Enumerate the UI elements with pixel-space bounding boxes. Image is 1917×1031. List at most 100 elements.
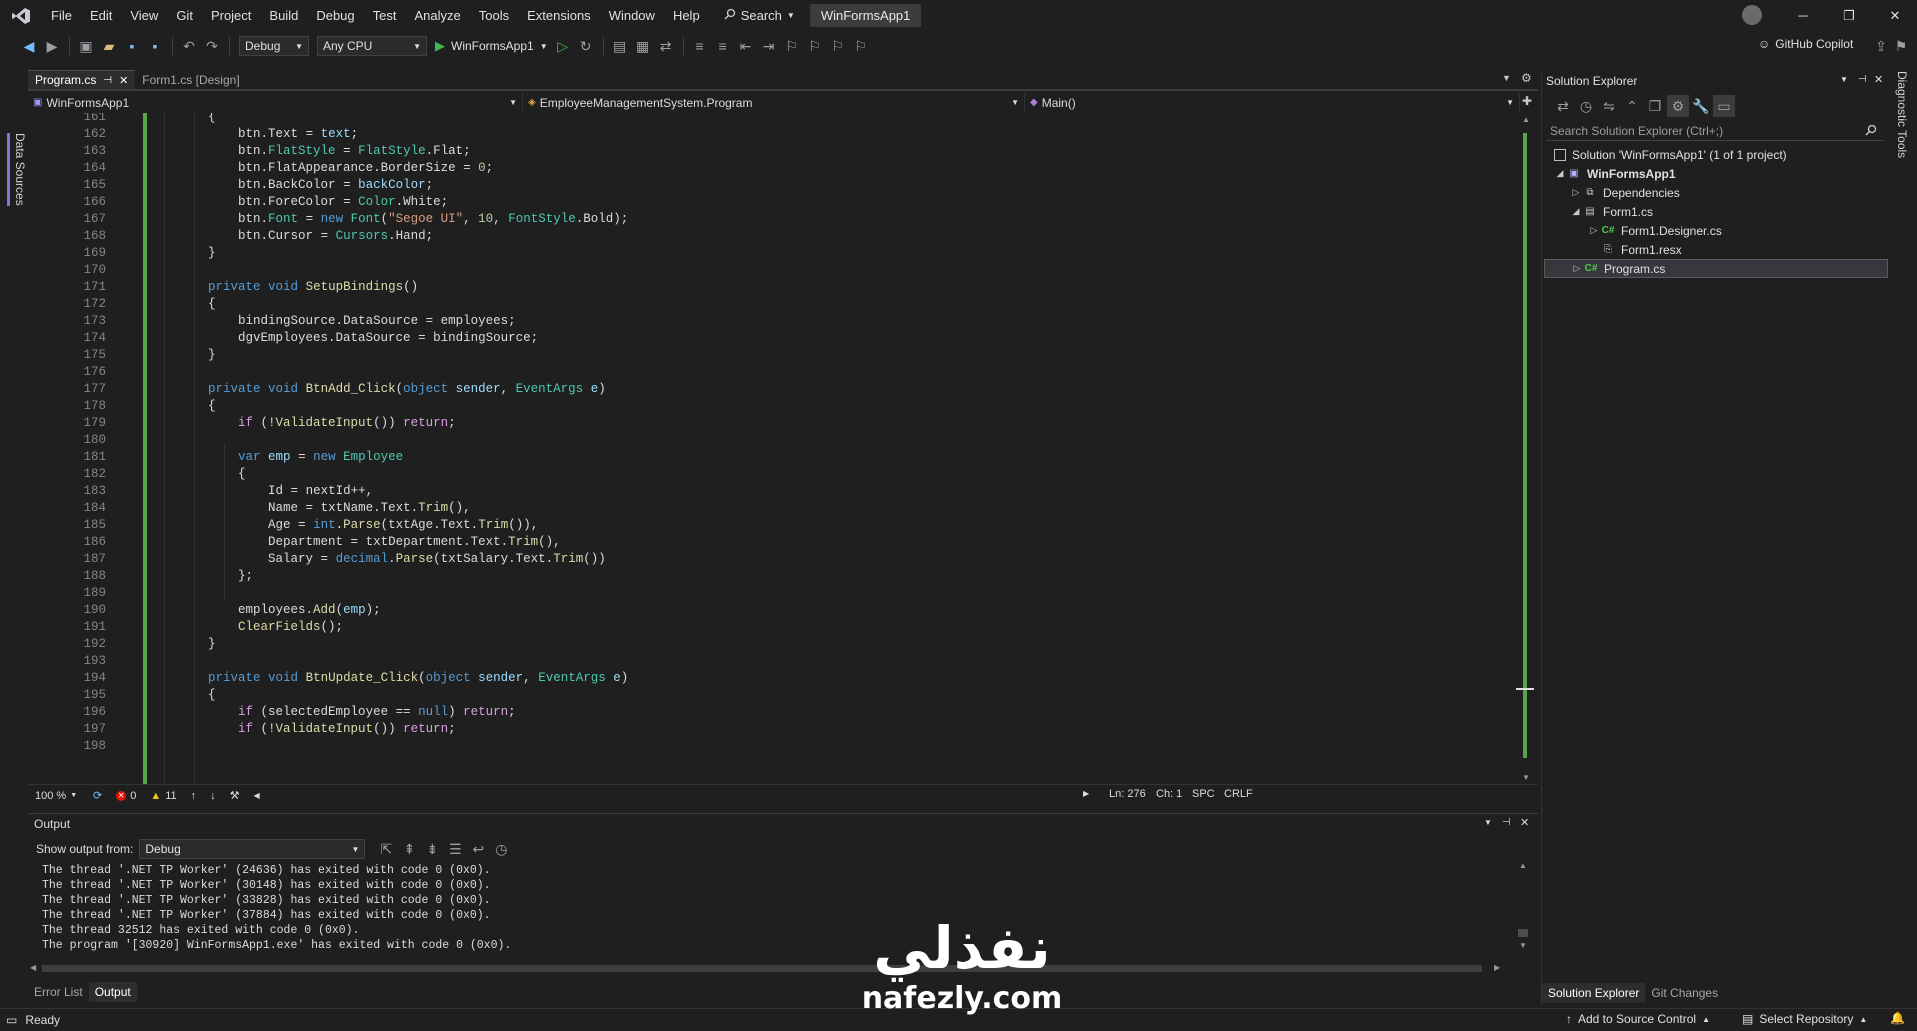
diagnostic-tools-tab[interactable]: Diagnostic Tools (1895, 71, 1909, 158)
properties-icon[interactable]: 🔧 (1690, 95, 1712, 117)
code-line[interactable]: Salary = decimal.Parse(txtSalary.Text.Tr… (148, 551, 606, 568)
code-line[interactable]: { (148, 296, 216, 313)
code-line[interactable]: } (148, 347, 216, 364)
platform-dropdown[interactable]: Any CPU ▼ (317, 36, 427, 56)
menu-tools[interactable]: Tools (470, 0, 518, 31)
menu-file[interactable]: File (42, 0, 81, 31)
code-line[interactable]: private void BtnUpdate_Click(object send… (148, 670, 628, 687)
filter-icon[interactable]: ⚙ (1667, 95, 1689, 117)
menu-edit[interactable]: Edit (81, 0, 121, 31)
tree-form1-designer[interactable]: ▷ C# Form1.Designer.cs (1544, 221, 1888, 240)
account-avatar[interactable] (1742, 5, 1762, 25)
live-share-icon[interactable]: ⇄ (655, 35, 677, 57)
close-icon[interactable]: ✕ (1872, 0, 1917, 31)
code-line[interactable]: btn.Text = text; (148, 126, 358, 143)
tree-program-cs[interactable]: ▷ C# Program.cs (1544, 259, 1888, 278)
settings-gear-icon[interactable]: ⚙ (1521, 71, 1532, 85)
new-project-icon[interactable]: ▣ (75, 35, 97, 57)
previous-issue-icon[interactable]: ↑ (184, 790, 204, 802)
collapse-all-icon[interactable]: ⌃ (1621, 95, 1643, 117)
member-dropdown[interactable]: ◆ Main() ▼ (1025, 93, 1520, 112)
vertical-scrollbar[interactable]: ▲ ▼ (1516, 113, 1536, 784)
sync-icon[interactable]: ⇋ (1598, 95, 1620, 117)
code-line[interactable]: var emp = new Employee (148, 449, 403, 466)
collapsed-arrow-icon[interactable]: ▷ (1570, 187, 1582, 198)
code-line[interactable]: Department = txtDepartment.Text.Trim(), (148, 534, 561, 551)
tab-solution-explorer[interactable]: Solution Explorer (1542, 983, 1646, 1003)
code-line[interactable]: } (148, 636, 216, 653)
intellicode-icon[interactable]: ⟳ (86, 789, 109, 802)
project-dropdown[interactable]: ▣ WinFormsApp1 ▼ (28, 93, 523, 112)
code-line[interactable]: } (148, 245, 216, 262)
solution-search-input[interactable]: Search Solution Explorer (Ctrl+;) (1546, 121, 1884, 141)
code-line[interactable]: btn.FlatAppearance.BorderSize = 0; (148, 160, 493, 177)
code-line[interactable]: Id = nextId++, (148, 483, 373, 500)
scroll-up-icon[interactable]: ▲ (1519, 861, 1527, 870)
scroll-thumb[interactable] (42, 965, 1482, 972)
tree-solution[interactable]: Solution 'WinFormsApp1' (1 of 1 project) (1544, 145, 1888, 164)
redo-icon[interactable]: ↷ (201, 35, 223, 57)
preview-icon[interactable]: ▭ (1713, 95, 1735, 117)
code-line[interactable]: dgvEmployees.DataSource = bindingSource; (148, 330, 538, 347)
scroll-up-icon[interactable]: ▲ (1522, 115, 1530, 124)
clear-bookmarks-icon[interactable]: ⚐ (850, 35, 872, 57)
menu-project[interactable]: Project (202, 0, 260, 31)
code-line[interactable]: Age = int.Parse(txtAge.Text.Trim()), (148, 517, 538, 534)
start-without-debugging-icon[interactable]: ▷ (552, 35, 574, 57)
pin-icon[interactable]: ⊣ (103, 75, 112, 86)
menu-extensions[interactable]: Extensions (518, 0, 600, 31)
code-cleanup-icon[interactable]: ⚒ (223, 789, 247, 802)
layout-icon[interactable]: ▦ (632, 35, 654, 57)
menu-view[interactable]: View (121, 0, 167, 31)
menu-help[interactable]: Help (664, 0, 709, 31)
search-menu[interactable]: Search ▼ (715, 8, 804, 23)
line-ending-indicator[interactable]: CRLF (1224, 788, 1253, 800)
code-line[interactable]: Name = txtName.Text.Trim(), (148, 500, 471, 517)
code-view[interactable]: ▲ ▼ 161 {162 btn.Text = text; 163 btn.Fla… (28, 113, 1538, 784)
tab-program-cs[interactable]: Program.cs ⊣ ✕ (28, 70, 136, 89)
expanded-arrow-icon[interactable]: ◢ (1554, 168, 1566, 179)
tab-git-changes[interactable]: Git Changes (1645, 983, 1724, 1003)
switch-views-icon[interactable]: ⇄ (1552, 95, 1574, 117)
window-menu-icon[interactable]: ▼ (1484, 818, 1492, 827)
align-right-icon[interactable]: ≡ (712, 35, 734, 57)
outdent-icon[interactable]: ⇤ (735, 35, 757, 57)
menu-analyze[interactable]: Analyze (405, 0, 469, 31)
collapsed-arrow-icon[interactable]: ▷ (1571, 263, 1583, 274)
whitespace-indicator[interactable]: SPC (1192, 788, 1215, 800)
scroll-left-icon[interactable]: ◀ (247, 791, 267, 800)
error-count[interactable]: ✕ 0 (109, 790, 143, 802)
tree-form1-resx[interactable]: ⎘ Form1.resx (1544, 240, 1888, 259)
pin-icon[interactable]: ⊣ (1858, 74, 1867, 85)
undo-icon[interactable]: ↶ (178, 35, 200, 57)
configuration-dropdown[interactable]: Debug ▼ (239, 36, 309, 56)
code-line[interactable]: private void BtnAdd_Click(object sender,… (148, 381, 606, 398)
code-line[interactable]: private void SetupBindings() (148, 279, 418, 296)
close-icon[interactable]: ✕ (1874, 73, 1883, 86)
menu-test[interactable]: Test (364, 0, 406, 31)
code-line[interactable]: btn.Font = new Font("Segoe UI", 10, Font… (148, 211, 628, 228)
tree-form1[interactable]: ◢ ▤ Form1.cs (1544, 202, 1888, 221)
next-message-icon[interactable]: ⇟ (421, 838, 443, 860)
pin-icon[interactable]: ⊣ (1502, 817, 1511, 828)
menu-debug[interactable]: Debug (307, 0, 363, 31)
window-menu-icon[interactable]: ▼ (1840, 75, 1848, 84)
code-line[interactable]: btn.FlatStyle = FlatStyle.Flat; (148, 143, 471, 160)
tab-overflow-icon[interactable]: ▼ (1502, 73, 1511, 83)
indent-icon[interactable]: ⇥ (758, 35, 780, 57)
scroll-thumb[interactable] (1518, 929, 1528, 937)
scroll-right-icon[interactable]: ▶ (1494, 963, 1500, 972)
align-left-icon[interactable]: ≡ (689, 35, 711, 57)
navigate-back-icon[interactable]: ◀ (18, 35, 40, 57)
browser-link-icon[interactable]: ▤ (609, 35, 631, 57)
save-all-icon[interactable]: ▪ (144, 35, 166, 57)
share-icon[interactable]: ⇪ (1870, 35, 1892, 57)
restore-icon[interactable]: ❐ (1826, 0, 1872, 31)
find-message-icon[interactable]: ⇱ (375, 838, 397, 860)
minimize-icon[interactable]: ─ (1780, 0, 1826, 31)
scroll-down-icon[interactable]: ▼ (1522, 773, 1530, 782)
next-bookmark-icon[interactable]: ⚐ (827, 35, 849, 57)
history-icon[interactable]: ◷ (1575, 95, 1597, 117)
code-line[interactable]: btn.BackColor = backColor; (148, 177, 433, 194)
prev-bookmark-icon[interactable]: ⚐ (804, 35, 826, 57)
